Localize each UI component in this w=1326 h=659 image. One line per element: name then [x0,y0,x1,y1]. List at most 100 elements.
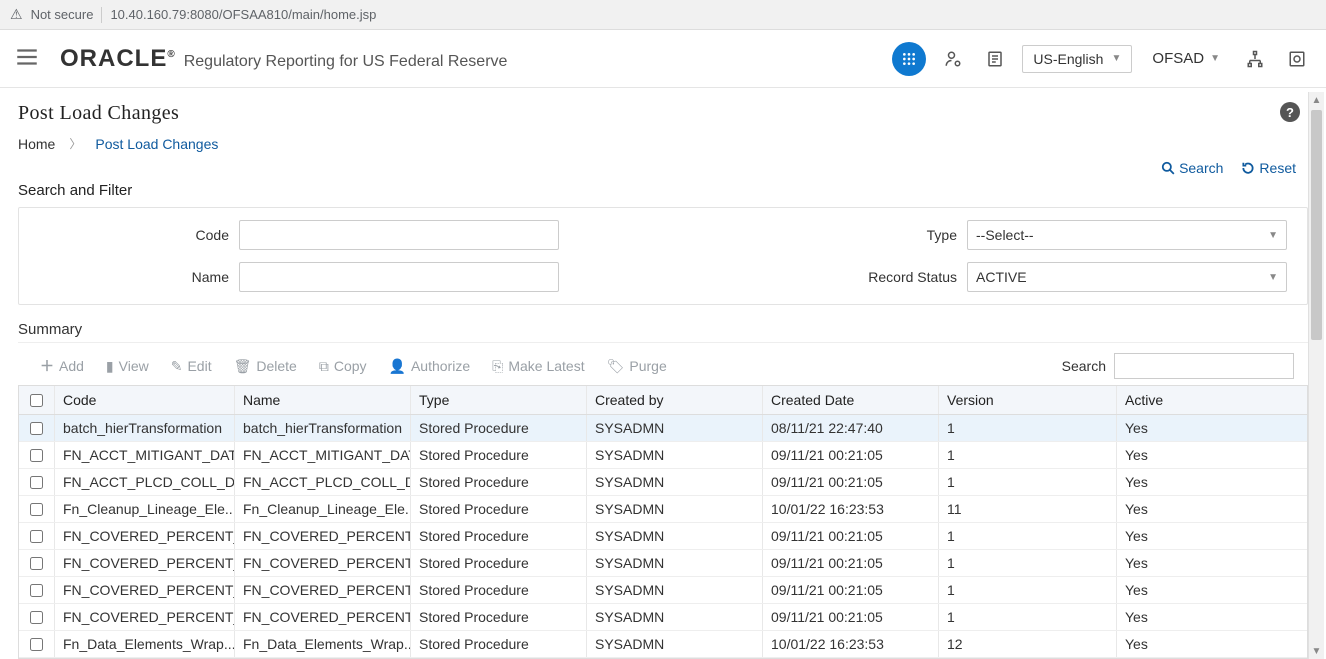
code-input[interactable] [239,220,559,250]
help-icon[interactable]: ? [1280,102,1300,122]
cell-created-date: 09/11/21 00:21:05 [763,604,939,630]
trash-icon: 🗑 [234,358,252,375]
cell-code: FN_COVERED_PERCENT_... [55,604,235,630]
col-version[interactable]: Version [939,386,1117,414]
search-label: Search [1179,160,1223,176]
scrollbar-thumb[interactable] [1311,110,1322,340]
col-name[interactable]: Name [235,386,411,414]
purge-button[interactable]: 🏷Purge [607,358,667,375]
cell-created-by: SYSADMN [587,442,763,468]
caret-down-icon: ▼ [1268,272,1278,283]
breadcrumb-home[interactable]: Home [18,136,55,152]
scroll-down-arrow-icon[interactable]: ▼ [1309,643,1324,659]
cell-type: Stored Procedure [411,469,587,495]
app-value: OFSAD [1152,50,1204,67]
separator [101,7,102,23]
reset-button[interactable]: Reset [1241,160,1296,176]
col-created-date[interactable]: Created Date [763,386,939,414]
row-checkbox[interactable] [30,638,43,651]
add-button[interactable]: ＋Add [40,356,84,376]
view-button[interactable]: ▮View [106,358,149,375]
table-row[interactable]: batch_hierTransformationbatch_hierTransf… [19,415,1307,442]
app-select[interactable]: OFSAD ▼ [1144,50,1228,67]
status-value: ACTIVE [976,269,1027,285]
copy-button[interactable]: ⧉Copy [319,358,367,375]
table-row[interactable]: FN_ACCT_MITIGANT_DAT...FN_ACCT_MITIGANT_… [19,442,1307,469]
search-button[interactable]: Search [1161,160,1223,176]
row-checkbox[interactable] [30,530,43,543]
authorize-button[interactable]: 👤Authorize [389,358,471,375]
col-code[interactable]: Code [55,386,235,414]
apps-grid-icon[interactable] [892,42,926,76]
cell-created-by: SYSADMN [587,469,763,495]
breadcrumb-current[interactable]: Post Load Changes [95,136,218,152]
row-checkbox[interactable] [30,422,43,435]
warning-icon: ⚠ [10,6,23,23]
cell-name: FN_COVERED_PERCENT_... [235,550,411,576]
row-checkbox[interactable] [30,611,43,624]
cell-type: Stored Procedure [411,577,587,603]
cell-created-date: 09/11/21 00:21:05 [763,469,939,495]
cell-type: Stored Procedure [411,631,587,657]
table-row[interactable]: FN_COVERED_PERCENT_...FN_COVERED_PERCENT… [19,604,1307,631]
row-checkbox[interactable] [30,557,43,570]
cell-active: Yes [1117,550,1289,576]
cell-code: Fn_Cleanup_Lineage_Ele... [55,496,235,522]
cell-created-by: SYSADMN [587,550,763,576]
table-row[interactable]: FN_ACCT_PLCD_COLL_DA...FN_ACCT_PLCD_COLL… [19,469,1307,496]
col-created-by[interactable]: Created by [587,386,763,414]
caret-down-icon: ▼ [1268,230,1278,241]
sitemap-icon[interactable] [1240,44,1270,74]
delete-button[interactable]: 🗑Delete [234,358,297,375]
cell-version: 12 [939,631,1117,657]
name-input[interactable] [239,262,559,292]
tag-icon: 🏷 [607,358,625,375]
row-checkbox[interactable] [30,503,43,516]
cell-active: Yes [1117,469,1289,495]
row-checkbox[interactable] [30,449,43,462]
type-select[interactable]: --Select-- ▼ [967,220,1287,250]
summary-search-input[interactable] [1114,353,1294,379]
summary-table: Code Name Type Created by Created Date V… [18,385,1308,659]
cell-code: FN_COVERED_PERCENT_... [55,550,235,576]
cell-created-date: 08/11/21 22:47:40 [763,415,939,441]
logo: ORACLE® Regulatory Reporting for US Fede… [60,45,507,73]
table-row[interactable]: FN_COVERED_PERCENT_...FN_COVERED_PERCENT… [19,550,1307,577]
cell-name: FN_ACCT_MITIGANT_DAT... [235,442,411,468]
page-header: Post Load Changes ? Home 〉 Post Load Cha… [18,88,1308,162]
document-icon[interactable] [980,44,1010,74]
table-row[interactable]: FN_COVERED_PERCENT_...FN_COVERED_PERCENT… [19,523,1307,550]
cell-code: FN_ACCT_PLCD_COLL_DA... [55,469,235,495]
edit-button[interactable]: ✎Edit [171,358,212,375]
cell-version: 1 [939,550,1117,576]
scrollbar[interactable]: ▲ ▼ [1308,92,1324,659]
user-settings-icon[interactable] [938,44,968,74]
table-row[interactable]: Fn_Cleanup_Lineage_Ele...Fn_Cleanup_Line… [19,496,1307,523]
type-value: --Select-- [976,227,1034,243]
table-row[interactable]: Fn_Data_Elements_Wrap...Fn_Data_Elements… [19,631,1307,658]
url-text: 10.40.160.79:8080/OFSAA810/main/home.jsp [110,7,376,22]
cell-created-date: 09/11/21 00:21:05 [763,550,939,576]
cell-created-date: 09/11/21 00:21:05 [763,442,939,468]
scroll-up-arrow-icon[interactable]: ▲ [1309,92,1324,108]
status-select[interactable]: ACTIVE ▼ [967,262,1287,292]
cell-version: 1 [939,442,1117,468]
cell-active: Yes [1117,415,1289,441]
select-all-checkbox[interactable] [30,394,43,407]
cell-type: Stored Procedure [411,442,587,468]
col-active[interactable]: Active [1117,386,1289,414]
col-type[interactable]: Type [411,386,587,414]
hamburger-menu-icon[interactable] [14,44,40,73]
row-checkbox[interactable] [30,476,43,489]
make-latest-button[interactable]: ⎘Make Latest [492,358,584,375]
table-row[interactable]: FN_COVERED_PERCENT_...FN_COVERED_PERCENT… [19,577,1307,604]
cell-code: batch_hierTransformation [55,415,235,441]
row-checkbox[interactable] [30,584,43,597]
cell-version: 1 [939,604,1117,630]
caret-down-icon: ▼ [1210,53,1220,64]
cell-created-by: SYSADMN [587,523,763,549]
cell-created-by: SYSADMN [587,577,763,603]
fullscreen-icon[interactable] [1282,44,1312,74]
cell-created-date: 09/11/21 00:21:05 [763,523,939,549]
language-select[interactable]: US-English ▼ [1022,45,1132,73]
